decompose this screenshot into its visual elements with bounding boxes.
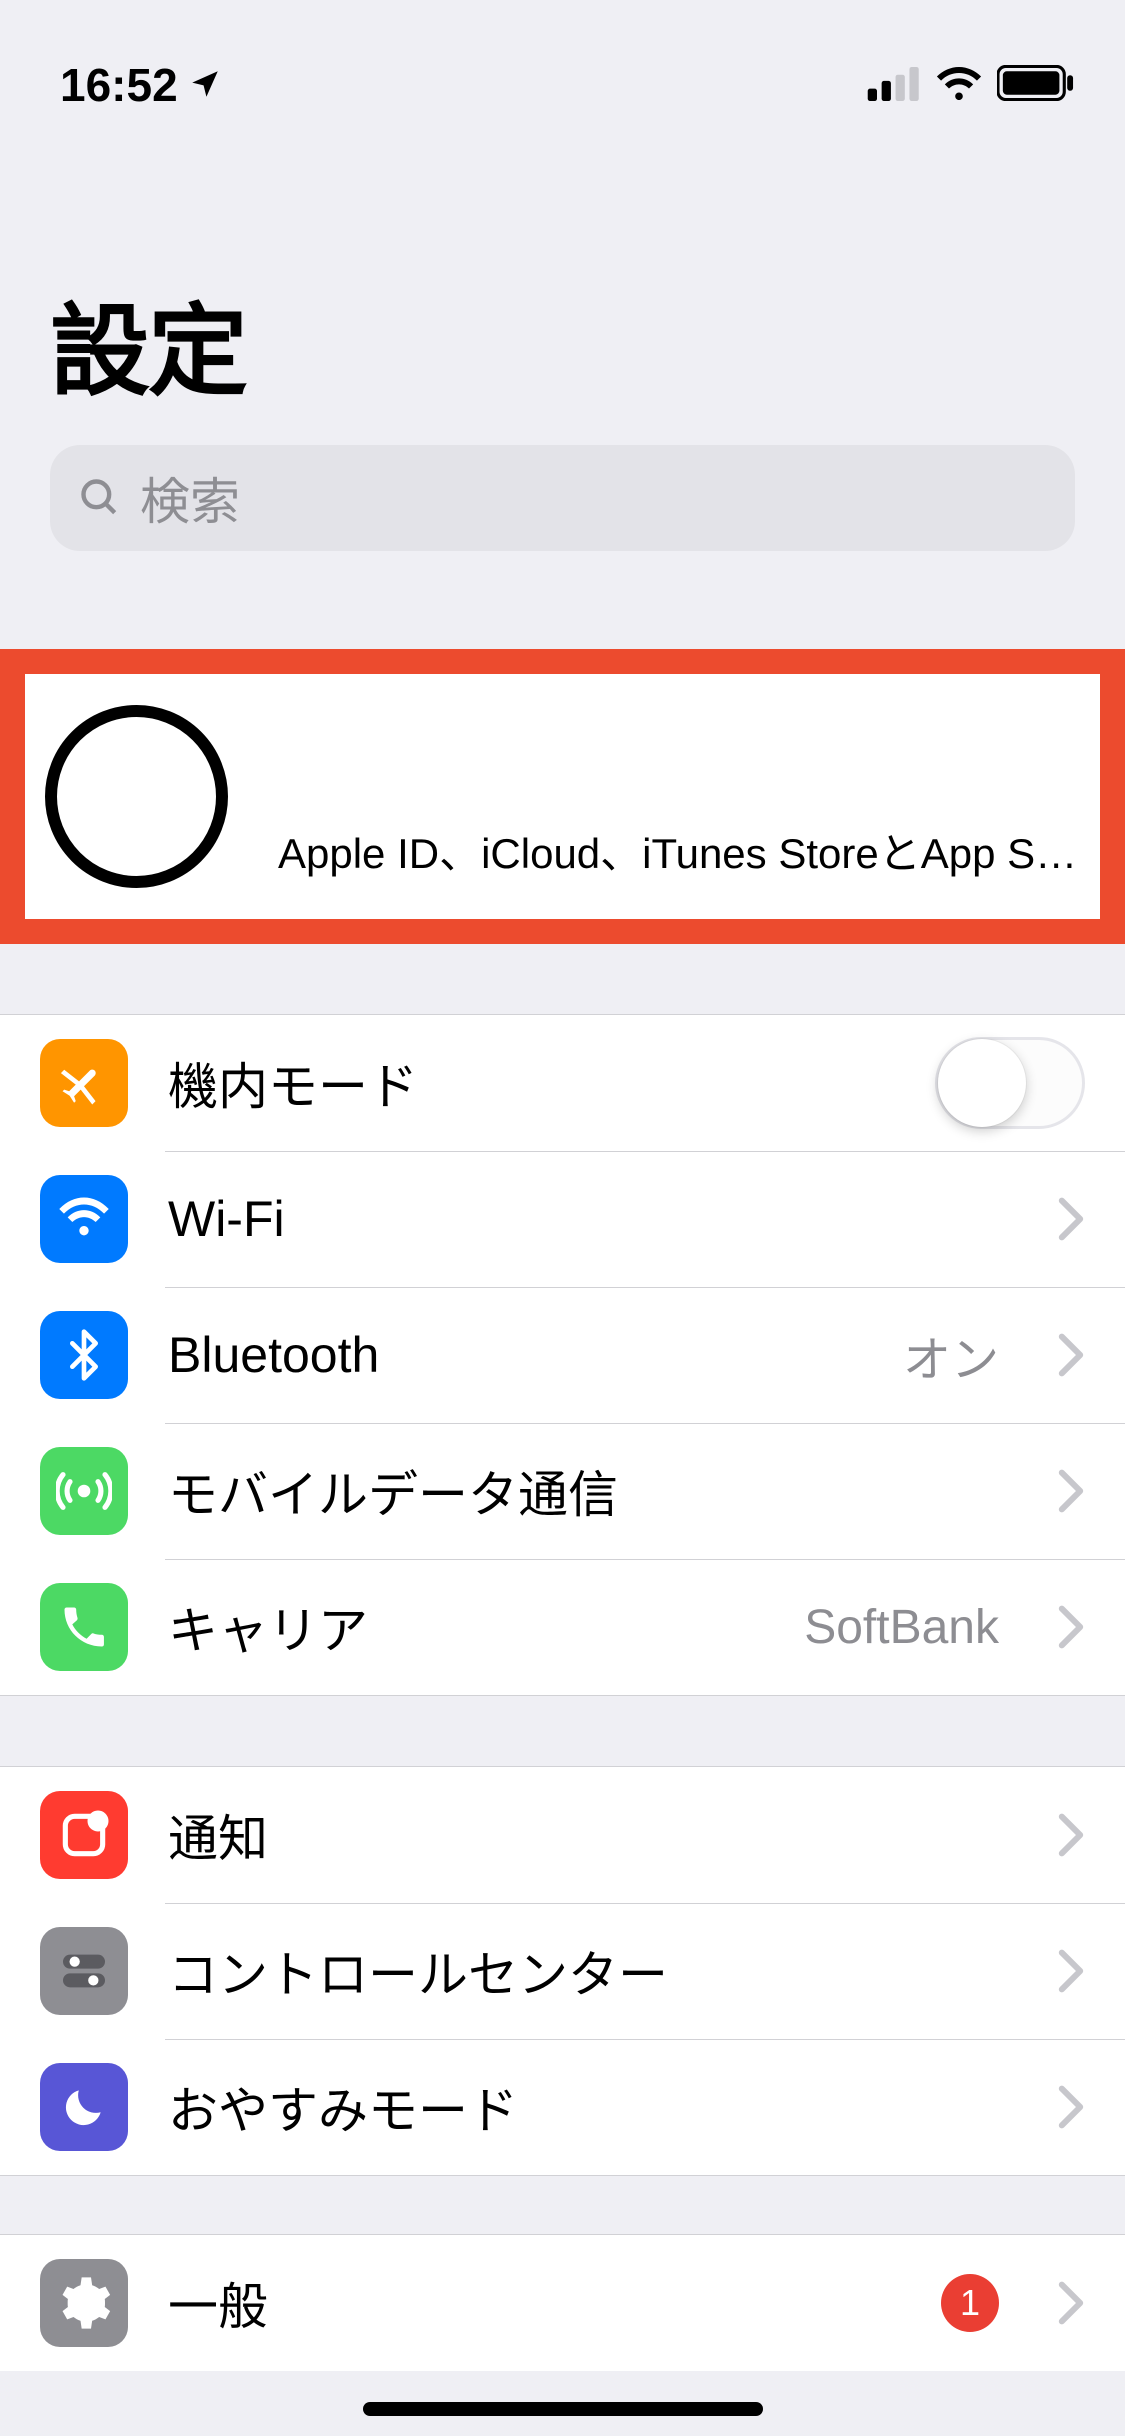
chevron-right-icon bbox=[1057, 1468, 1085, 1514]
gear-icon bbox=[40, 2259, 128, 2347]
group-notifications: 通知 コントロールセンター おやすみモード bbox=[0, 1766, 1125, 2176]
group-network: 機内モード Wi-Fi Bluetooth オン モバイルデータ通信 bbox=[0, 1014, 1125, 1696]
row-value: オン bbox=[903, 1320, 1017, 1390]
status-bar: 16:52 bbox=[0, 0, 1125, 130]
avatar bbox=[45, 705, 228, 888]
appleid-row[interactable]: Apple ID、iCloud、iTunes StoreとApp S… bbox=[25, 674, 1100, 919]
row-general[interactable]: 一般 1 bbox=[0, 2235, 1125, 2371]
appleid-highlight: Apple ID、iCloud、iTunes StoreとApp S… bbox=[0, 649, 1125, 944]
page-title: 設定 bbox=[50, 270, 1075, 415]
status-time: 16:52 bbox=[60, 58, 178, 112]
moon-icon bbox=[40, 2063, 128, 2151]
chevron-right-icon bbox=[1057, 1812, 1085, 1858]
chevron-right-icon bbox=[1057, 2280, 1085, 2326]
row-label: Wi-Fi bbox=[168, 1190, 1017, 1248]
row-value: SoftBank bbox=[804, 1600, 1017, 1655]
badge: 1 bbox=[941, 2274, 999, 2332]
appleid-subtitle: Apple ID、iCloud、iTunes StoreとApp S… bbox=[278, 820, 1077, 881]
row-controlcenter[interactable]: コントロールセンター bbox=[0, 1903, 1125, 2039]
controlcenter-icon bbox=[40, 1927, 128, 2015]
row-label: キャリア bbox=[168, 1591, 764, 1663]
bluetooth-icon bbox=[40, 1311, 128, 1399]
search-input[interactable]: 検索 bbox=[50, 445, 1075, 551]
location-arrow-icon bbox=[188, 58, 222, 112]
row-notifications[interactable]: 通知 bbox=[0, 1767, 1125, 1903]
home-indicator[interactable] bbox=[363, 2402, 763, 2416]
search-icon bbox=[78, 476, 122, 520]
header: 設定 bbox=[0, 130, 1125, 445]
wifi-status-icon bbox=[935, 58, 983, 112]
search-placeholder: 検索 bbox=[140, 462, 240, 534]
cellular-signal-icon bbox=[867, 58, 921, 112]
row-label: 通知 bbox=[168, 1799, 1017, 1871]
airplane-icon bbox=[40, 1039, 128, 1127]
cellular-icon bbox=[40, 1447, 128, 1535]
group-general: 一般 1 bbox=[0, 2234, 1125, 2371]
chevron-right-icon bbox=[1057, 1332, 1085, 1378]
row-label: Bluetooth bbox=[168, 1326, 863, 1384]
row-bluetooth[interactable]: Bluetooth オン bbox=[0, 1287, 1125, 1423]
notifications-icon bbox=[40, 1791, 128, 1879]
row-airplane[interactable]: 機内モード bbox=[0, 1015, 1125, 1151]
battery-icon bbox=[997, 58, 1075, 112]
chevron-right-icon bbox=[1057, 1948, 1085, 1994]
row-cellular[interactable]: モバイルデータ通信 bbox=[0, 1423, 1125, 1559]
chevron-right-icon bbox=[1057, 2084, 1085, 2130]
row-dnd[interactable]: おやすみモード bbox=[0, 2039, 1125, 2175]
row-wifi[interactable]: Wi-Fi bbox=[0, 1151, 1125, 1287]
chevron-right-icon bbox=[1057, 1604, 1085, 1650]
wifi-icon bbox=[40, 1175, 128, 1263]
row-label: おやすみモード bbox=[168, 2071, 1017, 2143]
row-label: モバイルデータ通信 bbox=[168, 1455, 1017, 1527]
phone-icon bbox=[40, 1583, 128, 1671]
row-label: コントロールセンター bbox=[168, 1935, 1017, 2007]
row-label: 一般 bbox=[168, 2267, 901, 2339]
airplane-toggle[interactable] bbox=[935, 1037, 1085, 1129]
chevron-right-icon bbox=[1057, 1196, 1085, 1242]
row-label: 機内モード bbox=[168, 1047, 895, 1119]
row-carrier[interactable]: キャリア SoftBank bbox=[0, 1559, 1125, 1695]
